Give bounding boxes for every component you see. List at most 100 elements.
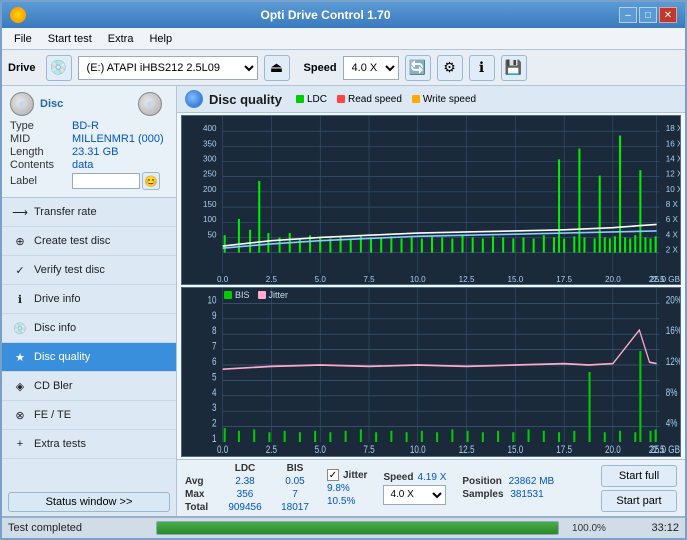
sidebar-item-cd-bler[interactable]: ◈ CD Bler	[2, 372, 176, 401]
svg-text:50: 50	[208, 229, 217, 239]
sidebar-item-label: Drive info	[34, 293, 80, 305]
disc-info-panel: Disc Type BD-R MID MILLENMR1 (000) Lengt…	[2, 86, 176, 198]
svg-text:12 X: 12 X	[666, 168, 680, 178]
extra-tests-icon: +	[12, 436, 28, 452]
svg-text:250: 250	[203, 168, 217, 178]
menu-extra[interactable]: Extra	[100, 31, 142, 47]
progress-bar	[156, 521, 559, 535]
speed-select[interactable]: 4.0 X	[343, 56, 399, 80]
sidebar-item-verify-test-disc[interactable]: ✓ Verify test disc	[2, 256, 176, 285]
disc-label-label: Label	[10, 175, 72, 187]
mid-value: MILLENMR1 (000)	[72, 133, 164, 145]
verify-test-disc-icon: ✓	[12, 262, 28, 278]
sidebar-item-create-test-disc[interactable]: ⊕ Create test disc	[2, 227, 176, 256]
max-ldc: 356	[221, 489, 269, 500]
sidebar-item-disc-info[interactable]: 💿 Disc info	[2, 314, 176, 343]
svg-text:16 X: 16 X	[666, 138, 680, 148]
sidebar-item-label: Transfer rate	[34, 206, 97, 218]
svg-text:8: 8	[212, 325, 217, 338]
type-label: Type	[10, 120, 72, 132]
svg-text:350: 350	[203, 138, 217, 148]
type-value: BD-R	[72, 120, 99, 132]
stats-bar: LDC BIS Avg 2.38 0.05 Max 356 7 Total	[177, 459, 685, 516]
menu-help[interactable]: Help	[141, 31, 180, 47]
jitter-header: Jitter	[343, 470, 367, 481]
create-test-disc-icon: ⊕	[12, 233, 28, 249]
drive-label: Drive	[8, 62, 36, 74]
svg-text:6: 6	[212, 356, 217, 369]
svg-text:25.0 GB: 25.0 GB	[650, 444, 680, 456]
svg-text:100: 100	[203, 214, 217, 224]
svg-text:15.0: 15.0	[507, 274, 523, 284]
svg-text:20%: 20%	[666, 294, 680, 307]
total-label: Total	[185, 502, 215, 513]
position-value: 23862 MB	[509, 476, 555, 487]
status-window-button[interactable]: Status window >>	[8, 492, 170, 512]
avg-bis: 0.05	[275, 476, 315, 487]
label-icon-btn[interactable]: 😊	[142, 172, 160, 190]
drive-info-icon: ℹ	[12, 291, 28, 307]
refresh-button[interactable]: 🔄	[405, 55, 431, 81]
svg-text:15.0: 15.0	[507, 444, 523, 456]
svg-text:1: 1	[212, 433, 217, 446]
svg-text:20.0: 20.0	[605, 274, 621, 284]
svg-text:0.0: 0.0	[217, 444, 229, 456]
bis-header: BIS	[275, 463, 315, 474]
sidebar-item-transfer-rate[interactable]: ⟶ Transfer rate	[2, 198, 176, 227]
svg-text:6 X: 6 X	[666, 214, 679, 224]
start-part-button[interactable]: Start part	[601, 490, 677, 512]
avg-ldc: 2.38	[221, 476, 269, 487]
legend-ldc: LDC	[296, 94, 327, 105]
sidebar-item-fe-te[interactable]: ⊗ FE / TE	[2, 401, 176, 430]
bis-chart-svg: 10 9 8 7 6 5 4 3 2 1 20% 16% 12%	[182, 288, 680, 456]
sidebar-item-label: Create test disc	[34, 235, 110, 247]
drive-icon-btn[interactable]: 💿	[46, 55, 72, 81]
ldc-chart: 400 350 300 250 200 150 100 50 18 X 16 X…	[181, 115, 681, 285]
info-button[interactable]: ℹ	[469, 55, 495, 81]
svg-text:12%: 12%	[666, 356, 680, 369]
maximize-button[interactable]: □	[639, 7, 657, 23]
svg-text:8 X: 8 X	[666, 199, 679, 209]
legend-bis: BIS	[224, 290, 250, 300]
svg-text:14 X: 14 X	[666, 153, 680, 163]
drive-select[interactable]: (E:) ATAPI iHBS212 2.5L09	[78, 56, 258, 80]
legend-write-speed-label: Write speed	[423, 94, 476, 105]
window-controls: – □ ✕	[619, 7, 677, 23]
sidebar-item-disc-quality[interactable]: ★ Disc quality	[2, 343, 176, 372]
menu-file[interactable]: File	[6, 31, 40, 47]
svg-text:17.5: 17.5	[556, 444, 572, 456]
speed-stat-select[interactable]: 4.0 X	[383, 485, 446, 505]
svg-text:2: 2	[212, 417, 217, 430]
legend-ldc-dot	[296, 95, 304, 103]
status-time: 33:12	[619, 522, 679, 534]
close-button[interactable]: ✕	[659, 7, 677, 23]
sidebar: Disc Type BD-R MID MILLENMR1 (000) Lengt…	[2, 86, 177, 516]
svg-text:7.5: 7.5	[363, 274, 375, 284]
disc-icon-2	[138, 92, 162, 116]
sidebar-item-extra-tests[interactable]: + Extra tests	[2, 430, 176, 459]
eject-button[interactable]: ⏏	[264, 55, 290, 81]
start-full-button[interactable]: Start full	[601, 465, 677, 487]
menu-start-test[interactable]: Start test	[40, 31, 100, 47]
disc-icon	[10, 92, 34, 116]
sidebar-item-drive-info[interactable]: ℹ Drive info	[2, 285, 176, 314]
svg-text:5.0: 5.0	[315, 444, 327, 456]
action-buttons: Start full Start part	[601, 465, 677, 512]
svg-text:20.0: 20.0	[605, 444, 621, 456]
transfer-rate-icon: ⟶	[12, 204, 28, 220]
svg-text:4%: 4%	[666, 417, 678, 430]
content-header-icon	[185, 90, 203, 108]
legend-read-speed-label: Read speed	[348, 94, 402, 105]
jitter-checkbox[interactable]: ✓	[327, 469, 339, 481]
jitter-legend-dot	[258, 291, 266, 299]
save-button[interactable]: 💾	[501, 55, 527, 81]
contents-value: data	[72, 159, 93, 171]
avg-jitter: 9.8%	[327, 483, 367, 494]
minimize-button[interactable]: –	[619, 7, 637, 23]
config-button[interactable]: ⚙	[437, 55, 463, 81]
disc-label-input[interactable]	[72, 173, 140, 189]
menu-bar: File Start test Extra Help	[2, 28, 685, 50]
ldc-chart-svg: 400 350 300 250 200 150 100 50 18 X 16 X…	[182, 116, 680, 284]
svg-text:18 X: 18 X	[666, 123, 680, 133]
legend-read-speed-dot	[337, 95, 345, 103]
